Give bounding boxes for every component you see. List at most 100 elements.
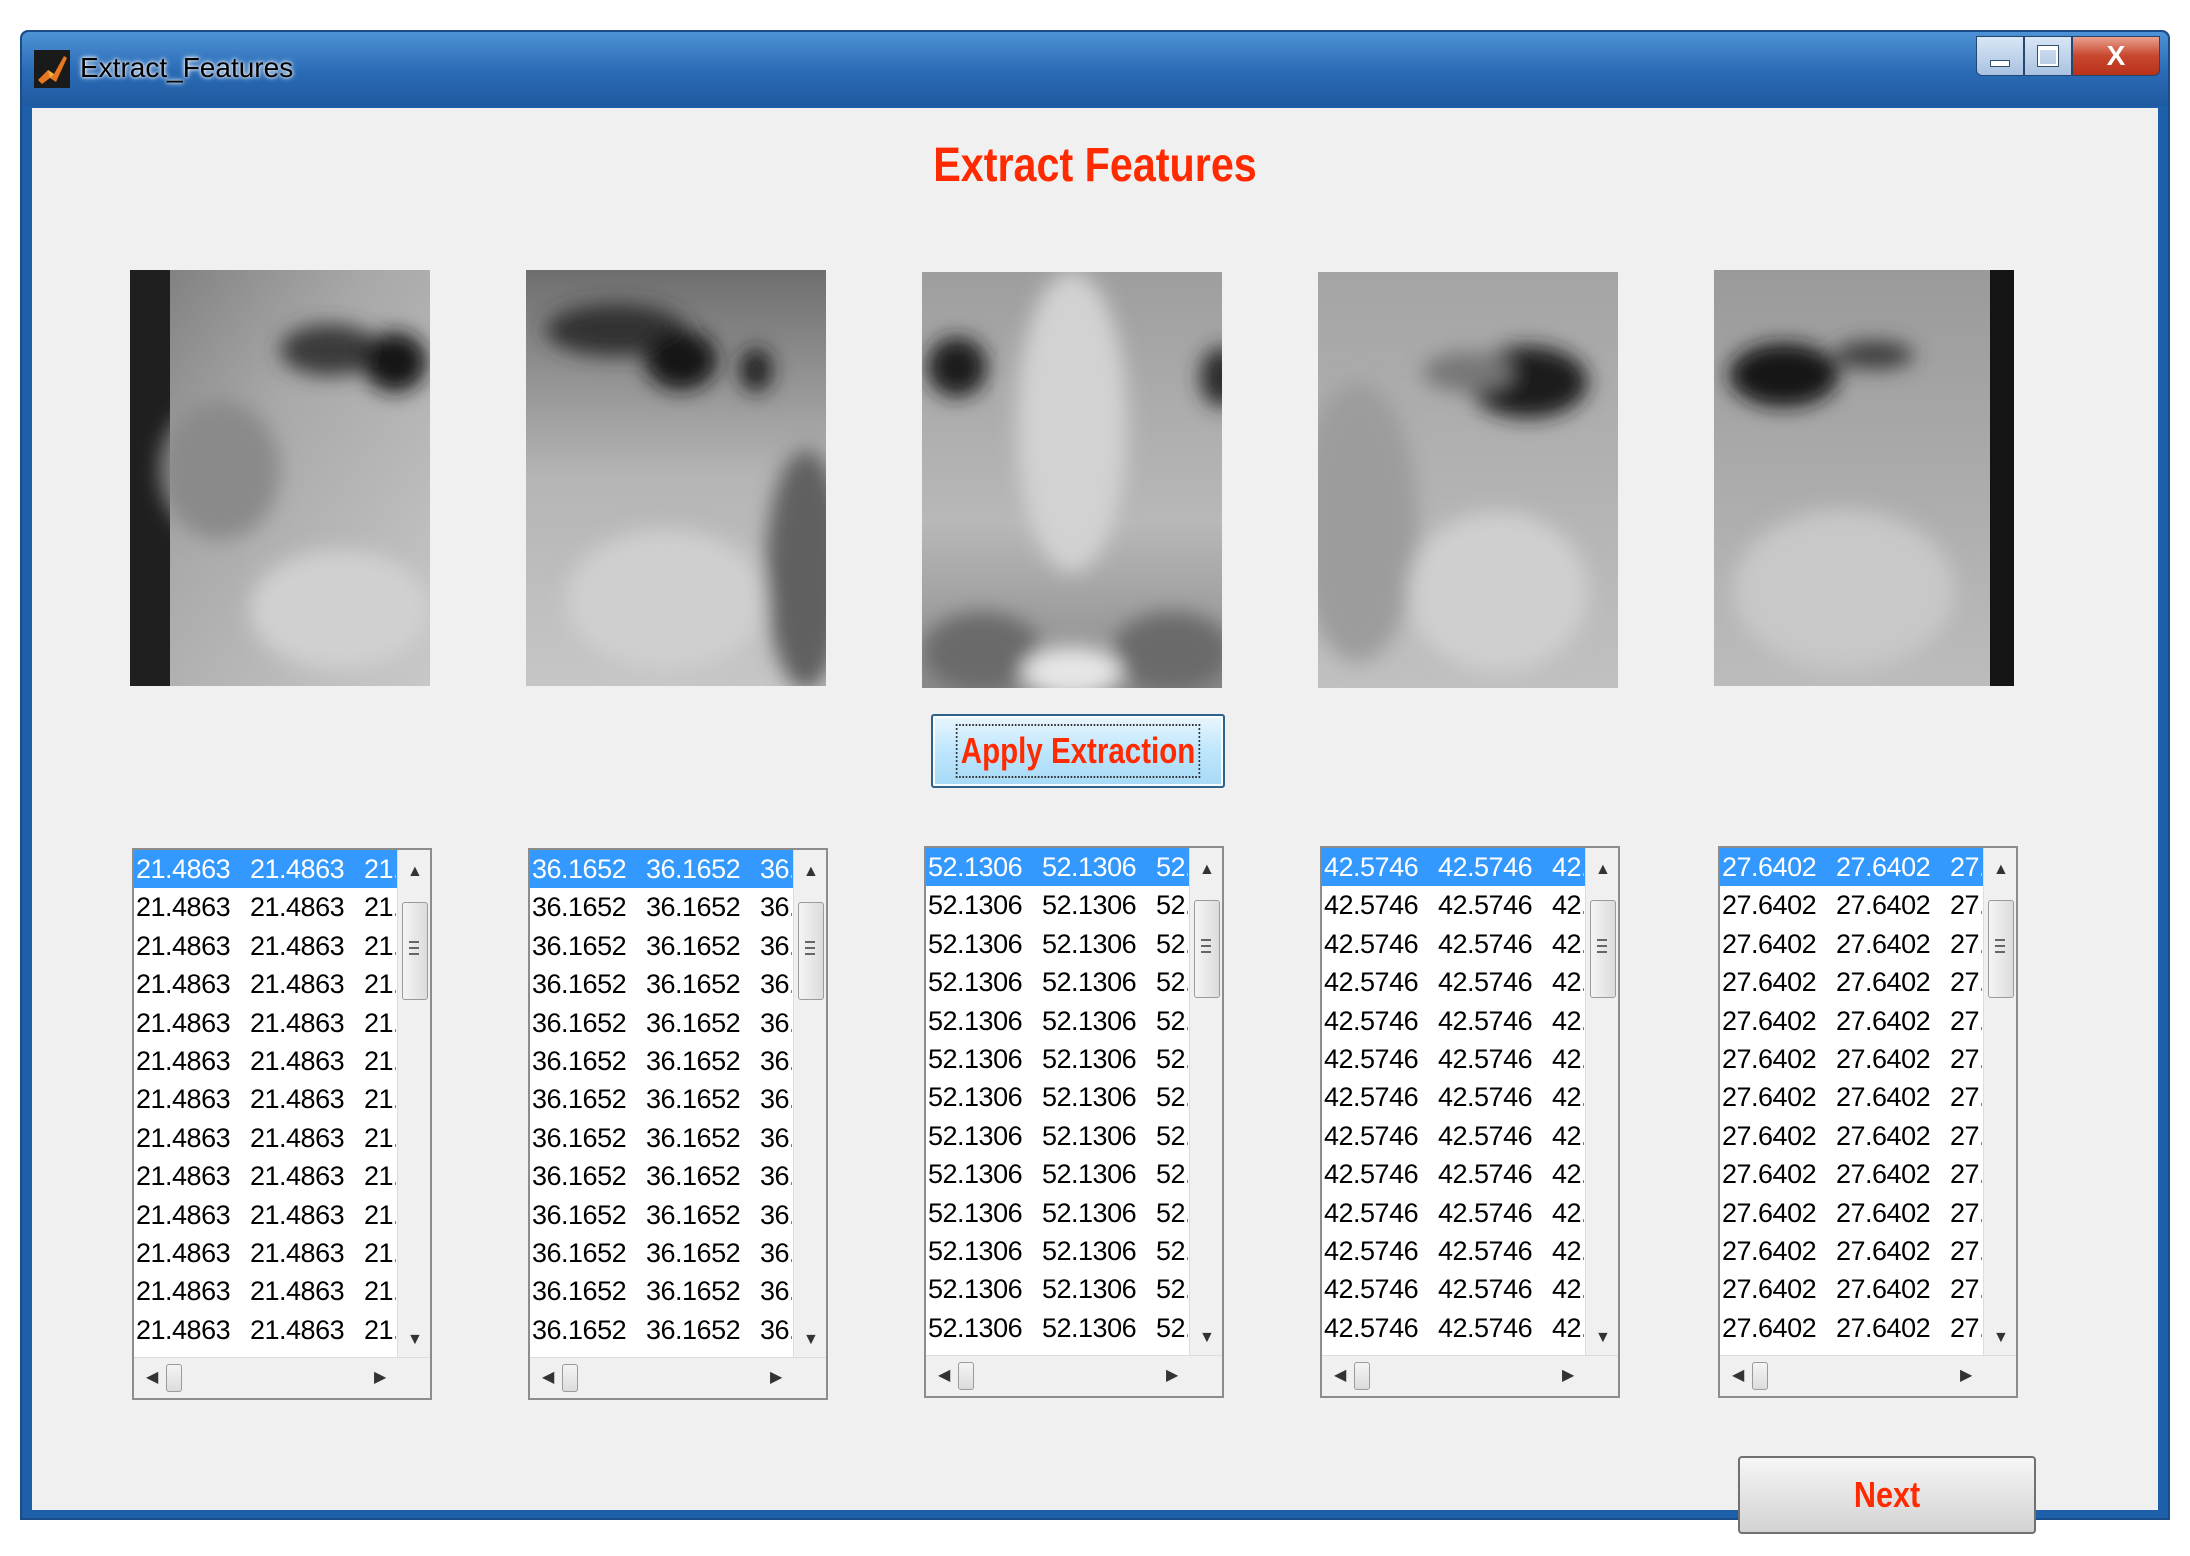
list-item[interactable]: 36.1652 36.1652 36.1 [530, 1157, 796, 1195]
vertical-scrollbar[interactable]: ▲ ▼ [1983, 848, 2016, 1358]
scroll-left-arrow-icon[interactable]: ◀ [1334, 1368, 1346, 1384]
scroll-thumb[interactable] [798, 902, 824, 1000]
list-item[interactable]: 21.4863 21.4863 21.4 [134, 1311, 400, 1349]
scroll-thumb[interactable] [1194, 900, 1220, 998]
vertical-scrollbar[interactable]: ▲ ▼ [793, 850, 826, 1360]
scroll-down-arrow-icon[interactable]: ▼ [407, 1332, 423, 1348]
vertical-scrollbar[interactable]: ▲ ▼ [1189, 848, 1222, 1358]
list-item[interactable]: 52.1306 52.1306 52.1 [926, 925, 1192, 963]
title-bar[interactable]: Extract_Features X [22, 32, 2168, 106]
scroll-thumb[interactable] [1590, 900, 1616, 998]
list-item[interactable]: 42.5746 42.5746 42.5 [1322, 1040, 1588, 1078]
maximize-button[interactable] [2024, 36, 2072, 76]
scroll-up-arrow-icon[interactable]: ▲ [1595, 862, 1611, 878]
feature-list-3[interactable]: 52.130652.130652.52.130652.130652.152.13… [924, 846, 1224, 1398]
scroll-down-arrow-icon[interactable]: ▼ [1199, 1330, 1215, 1346]
list-item[interactable]: 21.4863 21.4863 21.4 [134, 1234, 400, 1272]
list-item[interactable]: 21.4863 21.4863 21.4 [134, 1196, 400, 1234]
list-item[interactable]: 21.4863 21.4863 21.4 [134, 927, 400, 965]
scroll-right-arrow-icon[interactable]: ▶ [1166, 1368, 1178, 1384]
list-item[interactable]: 27.6402 27.6402 27.6 [1720, 1309, 1986, 1347]
list-item[interactable]: 42.5746 42.5746 42. [1322, 848, 1588, 887]
feature-list-2[interactable]: 36.165236.165236.36.165236.165236.136.16… [528, 848, 828, 1400]
list-item[interactable]: 52.1306 52.1306 52.1 [926, 963, 1192, 1001]
list-item[interactable]: 52.1306 52.1306 52.1 [926, 1040, 1192, 1078]
list-item[interactable]: 36.1652 36.1652 36.1 [530, 965, 796, 1003]
list-item[interactable]: 52.1306 52.1306 52.1 [926, 1309, 1192, 1347]
feature-list-5[interactable]: 27.640227.640227.27.640227.640227.627.64… [1718, 846, 2018, 1398]
horizontal-scrollbar[interactable]: ◀ ▶ [530, 1357, 826, 1398]
vertical-scrollbar[interactable]: ▲ ▼ [1585, 848, 1618, 1358]
list-item[interactable]: 42.5746 42.5746 42.5 [1322, 1194, 1588, 1232]
scroll-up-arrow-icon[interactable]: ▲ [407, 864, 423, 880]
list-item[interactable]: 21.4863 21.4863 21.4 [134, 965, 400, 1003]
list-item[interactable]: 21.4863 21.4863 21.4 [134, 888, 400, 926]
list-item[interactable]: 27.6402 27.6402 27. [1720, 848, 1986, 887]
apply-extraction-button[interactable]: Apply Extraction [931, 714, 1225, 788]
scroll-left-arrow-icon[interactable]: ◀ [938, 1368, 950, 1384]
list-item[interactable]: 52.1306 52.1306 52.1 [926, 1232, 1192, 1270]
list-item[interactable]: 21.4863 21.4863 21.4 [134, 1004, 400, 1042]
list-item[interactable]: 21.4863 21.4863 21.4 [134, 1119, 400, 1157]
list-item[interactable]: 27.6402 27.6402 27.6 [1720, 925, 1986, 963]
list-item[interactable]: 27.6402 27.6402 27.6 [1720, 1194, 1986, 1232]
scroll-thumb[interactable] [1988, 900, 2014, 998]
list-item[interactable]: 52.1306 52.1306 52. [926, 848, 1192, 887]
close-button[interactable]: X [2072, 36, 2160, 76]
list-item[interactable]: 21.4863 21.4863 21.4 [134, 1272, 400, 1310]
list-item[interactable]: 42.5746 42.5746 42.5 [1322, 963, 1588, 1001]
scroll-down-arrow-icon[interactable]: ▼ [1595, 1330, 1611, 1346]
feature-list-4[interactable]: 42.574642.574642.42.574642.574642.542.57… [1320, 846, 1620, 1398]
scroll-thumb[interactable] [958, 1362, 974, 1390]
list-item[interactable]: 42.5746 42.5746 42.5 [1322, 886, 1588, 924]
list-item[interactable]: 36.1652 36.1652 36.1 [530, 1311, 796, 1349]
list-item[interactable]: 27.6402 27.6402 27.6 [1720, 1270, 1986, 1308]
scroll-thumb[interactable] [1354, 1362, 1370, 1390]
scroll-up-arrow-icon[interactable]: ▲ [803, 864, 819, 880]
vertical-scrollbar[interactable]: ▲ ▼ [397, 850, 430, 1360]
list-item[interactable]: 21.4863 21.4863 21.4 [134, 1042, 400, 1080]
scroll-right-arrow-icon[interactable]: ▶ [1960, 1368, 1972, 1384]
scroll-right-arrow-icon[interactable]: ▶ [374, 1370, 386, 1386]
list-item[interactable]: 27.6402 27.6402 27.6 [1720, 1232, 1986, 1270]
minimize-button[interactable] [1976, 36, 2024, 76]
list-item[interactable]: 27.6402 27.6402 27.6 [1720, 1002, 1986, 1040]
list-item[interactable]: 36.1652 36.1652 36. [530, 850, 796, 889]
list-item[interactable]: 36.1652 36.1652 36.1 [530, 1119, 796, 1157]
list-item[interactable]: 27.6402 27.6402 27.6 [1720, 1040, 1986, 1078]
list-item[interactable]: 52.1306 52.1306 52.1 [926, 1194, 1192, 1232]
list-item[interactable]: 21.4863 21.4863 21. [134, 850, 400, 889]
horizontal-scrollbar[interactable]: ◀ ▶ [926, 1355, 1222, 1396]
list-item[interactable]: 52.1306 52.1306 52.1 [926, 886, 1192, 924]
list-item[interactable]: 42.5746 42.5746 42.5 [1322, 925, 1588, 963]
list-item[interactable]: 52.1306 52.1306 52.1 [926, 1078, 1192, 1116]
list-item[interactable]: 36.1652 36.1652 36.1 [530, 1080, 796, 1118]
list-item[interactable]: 27.6402 27.6402 27.6 [1720, 1078, 1986, 1116]
list-item[interactable]: 52.1306 52.1306 52.1 [926, 1155, 1192, 1193]
scroll-thumb[interactable] [562, 1364, 578, 1392]
horizontal-scrollbar[interactable]: ◀ ▶ [134, 1357, 430, 1398]
horizontal-scrollbar[interactable]: ◀ ▶ [1322, 1355, 1618, 1396]
list-item[interactable]: 52.1306 52.1306 52.1 [926, 1270, 1192, 1308]
list-item[interactable]: 27.6402 27.6402 27.6 [1720, 1117, 1986, 1155]
list-item[interactable]: 36.1652 36.1652 36.1 [530, 1042, 796, 1080]
list-item[interactable]: 36.1652 36.1652 36.1 [530, 927, 796, 965]
scroll-down-arrow-icon[interactable]: ▼ [1993, 1330, 2009, 1346]
list-item[interactable]: 27.6402 27.6402 27.6 [1720, 886, 1986, 924]
list-item[interactable]: 42.5746 42.5746 42.5 [1322, 1232, 1588, 1270]
scroll-left-arrow-icon[interactable]: ◀ [1732, 1368, 1744, 1384]
scroll-left-arrow-icon[interactable]: ◀ [146, 1370, 158, 1386]
list-item[interactable]: 36.1652 36.1652 36.1 [530, 1196, 796, 1234]
list-item[interactable]: 27.6402 27.6402 27.6 [1720, 1155, 1986, 1193]
list-item[interactable]: 36.1652 36.1652 36.1 [530, 1234, 796, 1272]
next-button[interactable]: Next [1738, 1456, 2036, 1534]
list-item[interactable]: 21.4863 21.4863 21.4 [134, 1157, 400, 1195]
scroll-right-arrow-icon[interactable]: ▶ [770, 1370, 782, 1386]
list-item[interactable]: 52.1306 52.1306 52.1 [926, 1002, 1192, 1040]
scroll-up-arrow-icon[interactable]: ▲ [1199, 862, 1215, 878]
list-item[interactable]: 42.5746 42.5746 42.5 [1322, 1270, 1588, 1308]
scroll-up-arrow-icon[interactable]: ▲ [1993, 862, 2009, 878]
feature-list-1[interactable]: 21.486321.486321.21.486321.486321.421.48… [132, 848, 432, 1400]
list-item[interactable]: 36.1652 36.1652 36.1 [530, 888, 796, 926]
list-item[interactable]: 42.5746 42.5746 42.5 [1322, 1002, 1588, 1040]
